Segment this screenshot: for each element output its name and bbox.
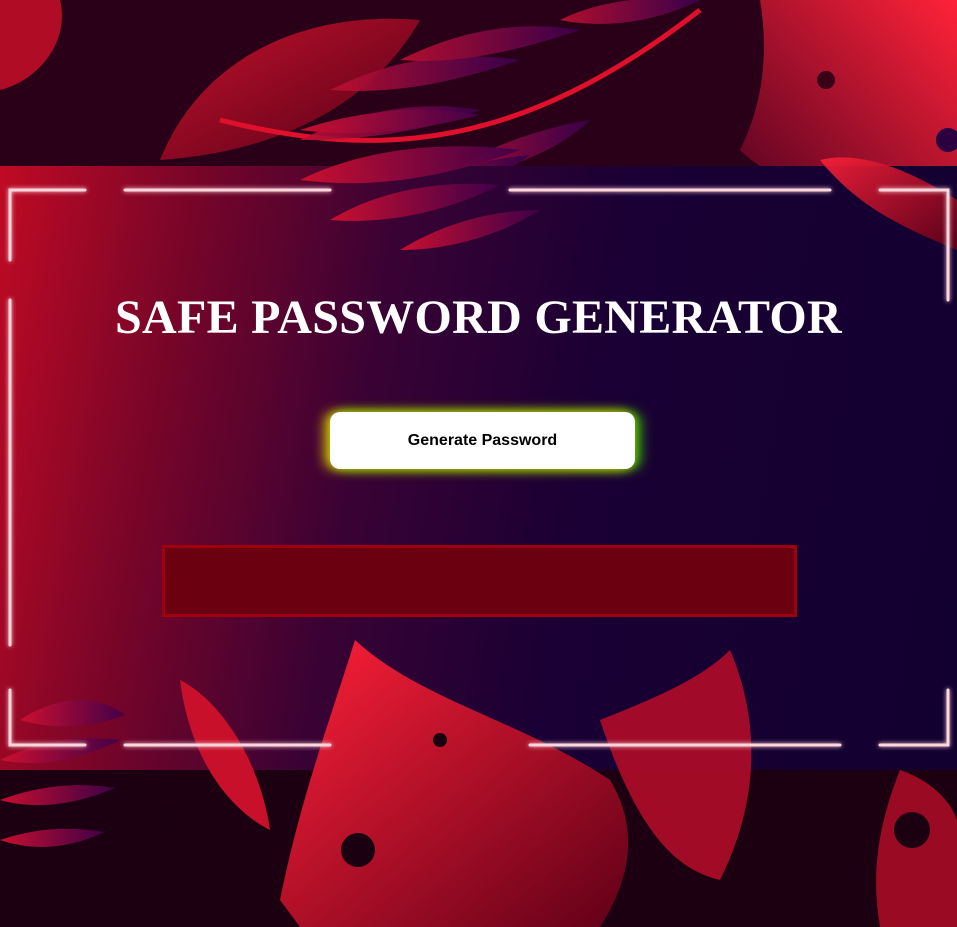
password-output-field[interactable] (162, 545, 797, 617)
page-title: SAFE PASSWORD GENERATOR (114, 291, 843, 344)
generate-password-button[interactable]: Generate Password (330, 412, 635, 469)
